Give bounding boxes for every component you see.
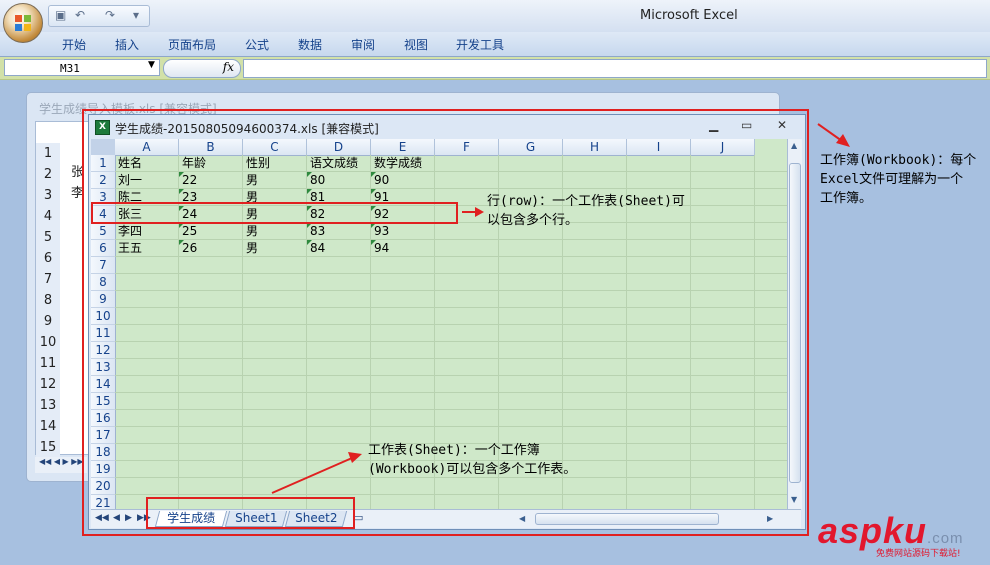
tab-review[interactable]: 审阅 xyxy=(351,36,375,53)
background-row-header[interactable]: 1 xyxy=(36,143,60,165)
workbook-arrow-icon xyxy=(817,123,843,142)
annotation-line: 工作簿。 xyxy=(820,191,873,206)
background-row-header[interactable]: 4 xyxy=(36,206,60,228)
background-row-header[interactable]: 15 xyxy=(36,437,60,459)
background-sheet-nav[interactable]: ◀◀ ◀ ▶ ▶▶ xyxy=(35,457,87,473)
insert-function-button[interactable]: fx xyxy=(223,60,234,74)
background-row-header[interactable]: 13 xyxy=(36,395,60,417)
background-row-header[interactable]: 6 xyxy=(36,248,60,270)
insert-function-area[interactable]: fx xyxy=(163,59,241,78)
watermark-brand: aspku xyxy=(818,510,928,551)
background-row-header[interactable]: 11 xyxy=(36,353,60,375)
annotation-line: 行(row)：一个工作表(Sheet)可 xyxy=(487,194,685,209)
annotation-line: 工作表(Sheet)：一个工作簿 xyxy=(368,443,540,458)
sheet-tabs-highlight-box xyxy=(146,497,355,529)
office-logo-icon xyxy=(15,15,31,31)
annotation-line: 以包含多个行。 xyxy=(487,213,579,228)
background-row-header[interactable]: 12 xyxy=(36,374,60,396)
redo-icon[interactable]: ↷ xyxy=(105,8,115,22)
watermark-tld: .com xyxy=(927,530,964,547)
name-box[interactable]: M31 xyxy=(4,59,160,76)
annotation-line: Excel文件可理解为一个 xyxy=(820,172,964,187)
tab-formulas[interactable]: 公式 xyxy=(245,36,269,53)
workbook-annotation: 工作簿(Workbook)：每个 Excel文件可理解为一个 工作簿。 xyxy=(820,151,990,208)
undo-icon[interactable]: ↶ xyxy=(75,8,85,22)
title-bar: ▣ ↶ ↷ ▾ Microsoft Excel xyxy=(0,0,990,32)
formula-input[interactable] xyxy=(243,59,987,78)
background-row-header[interactable]: 2 xyxy=(36,164,60,186)
tab-insert[interactable]: 插入 xyxy=(115,36,139,53)
background-row-header[interactable]: 3 xyxy=(36,185,60,207)
office-button[interactable] xyxy=(3,3,43,43)
background-row-header[interactable]: 7 xyxy=(36,269,60,291)
annotation-line: (Workbook)可以包含多个工作表。 xyxy=(368,462,577,477)
customize-dropdown-icon[interactable]: ▾ xyxy=(133,8,139,22)
tab-home[interactable]: 开始 xyxy=(62,36,86,53)
row-annotation: 行(row)：一个工作表(Sheet)可 以包含多个行。 xyxy=(487,192,685,230)
sheet-annotation: 工作表(Sheet)：一个工作簿 (Workbook)可以包含多个工作表。 xyxy=(368,441,576,479)
app-title: Microsoft Excel xyxy=(640,8,738,23)
tab-data[interactable]: 数据 xyxy=(298,36,322,53)
background-row-header[interactable]: 14 xyxy=(36,416,60,438)
annotation-line: 工作簿(Workbook)：每个 xyxy=(820,153,977,168)
workbook-arrowhead-icon xyxy=(836,134,850,147)
ribbon-tabs: 开始 插入 页面布局 公式 数据 审阅 视图 开发工具 xyxy=(0,32,990,57)
formula-bar: M31 ▼ fx xyxy=(0,57,990,80)
tab-view[interactable]: 视图 xyxy=(404,36,428,53)
row-highlight-box xyxy=(91,202,458,224)
background-row-header[interactable]: 9 xyxy=(36,311,60,333)
background-row-header[interactable]: 8 xyxy=(36,290,60,312)
quick-access-toolbar[interactable]: ▣ ↶ ↷ ▾ xyxy=(48,5,150,27)
background-row-header[interactable]: 5 xyxy=(36,227,60,249)
tab-page-layout[interactable]: 页面布局 xyxy=(168,36,216,53)
watermark-subtitle: 免费网站源码下载站! xyxy=(876,549,961,559)
background-row-header[interactable]: 10 xyxy=(36,332,60,354)
save-icon[interactable]: ▣ xyxy=(55,8,66,22)
name-box-dropdown-icon[interactable]: ▼ xyxy=(148,60,155,70)
tab-developer[interactable]: 开发工具 xyxy=(456,36,504,53)
